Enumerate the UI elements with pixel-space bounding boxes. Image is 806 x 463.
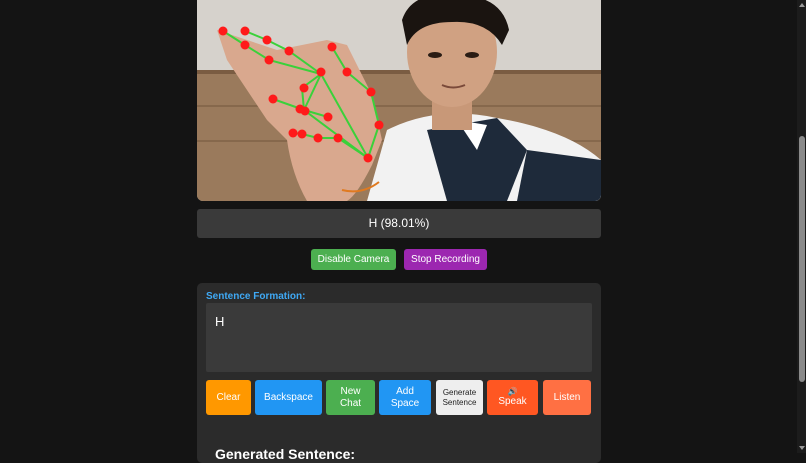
clear-label: Clear bbox=[216, 391, 241, 403]
sentence-panel: Sentence Formation: H Clear Backspace Ne… bbox=[197, 283, 601, 463]
scroll-up-icon[interactable] bbox=[799, 3, 805, 7]
listen-button[interactable]: Listen bbox=[543, 380, 591, 415]
backspace-button[interactable]: Backspace bbox=[255, 380, 322, 415]
generate-label-1: Generate bbox=[442, 388, 477, 398]
scroll-down-icon[interactable] bbox=[799, 446, 805, 450]
sentence-label: Sentence Formation: bbox=[206, 291, 306, 302]
clear-button[interactable]: Clear bbox=[206, 380, 251, 415]
listen-label: Listen bbox=[553, 391, 581, 403]
speak-button[interactable]: 🔊 Speak bbox=[487, 380, 538, 415]
scrollbar-thumb[interactable] bbox=[799, 136, 805, 382]
camera-feed bbox=[197, 0, 601, 201]
new-chat-label-1: New bbox=[340, 386, 361, 397]
add-space-label-2: Space bbox=[390, 397, 420, 409]
backspace-label: Backspace bbox=[264, 391, 313, 403]
generate-label-2: Sentence bbox=[442, 397, 477, 407]
speaker-icon: 🔊 bbox=[507, 387, 518, 397]
new-chat-label-2: Chat bbox=[339, 397, 362, 409]
camera-frame bbox=[197, 0, 601, 201]
new-chat-button[interactable]: New Chat bbox=[326, 380, 375, 415]
generated-sentence-heading: Generated Sentence: bbox=[215, 446, 356, 462]
stop-recording-button[interactable]: Stop Recording bbox=[404, 249, 487, 270]
sentence-textarea[interactable]: H bbox=[206, 303, 592, 372]
add-space-button[interactable]: Add Space bbox=[379, 380, 431, 415]
generate-sentence-button[interactable]: Generate Sentence bbox=[436, 380, 483, 415]
speak-label: Speak bbox=[498, 396, 527, 408]
disable-camera-button[interactable]: Disable Camera bbox=[311, 249, 396, 270]
prediction-display: H (98.01%) bbox=[197, 209, 601, 238]
add-space-label-1: Add bbox=[396, 386, 414, 397]
